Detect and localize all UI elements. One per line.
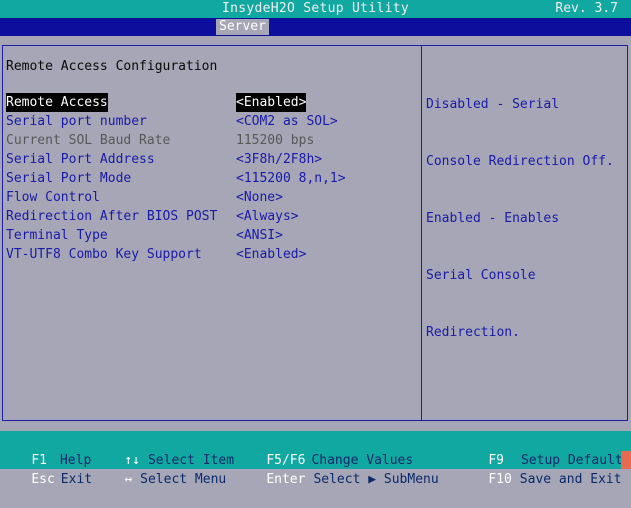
help-line: Serial Console	[426, 268, 536, 283]
app-title: InsydeH2O Setup Utility	[222, 1, 409, 16]
tab-server[interactable]: Server	[216, 19, 269, 35]
key-label: Enter	[266, 472, 306, 487]
setting-remote-access[interactable]: Remote Access <Enabled>	[0, 93, 420, 112]
help-line: Console Redirection Off.	[426, 154, 614, 169]
menu-bar: Server	[0, 18, 631, 36]
setting-serial-port-number[interactable]: Serial port number <COM2 as SOL>	[0, 112, 420, 131]
revision-label: Rev. 3.7	[555, 1, 618, 16]
panel-divider	[421, 45, 422, 421]
setting-value[interactable]: <COM2 as SOL>	[236, 112, 338, 131]
setting-label: Current SOL Baud Rate	[6, 133, 171, 148]
help-line: Redirection.	[426, 325, 520, 340]
corner-marker	[621, 451, 631, 469]
key-save-exit: F10 Save and Exit	[457, 451, 622, 508]
setting-current-sol-baud-rate: Current SOL Baud Rate 115200 bps	[0, 131, 420, 150]
setting-value[interactable]: <3F8h/2F8h>	[236, 150, 322, 169]
key-description: Select ▶ SubMenu	[313, 472, 439, 487]
key-label: Esc	[31, 472, 55, 487]
key-description: Exit	[60, 472, 93, 487]
key-legend-bar: F1 Help Esc Exit ↑↓ Select Item ↔ Select Men…	[0, 431, 631, 487]
help-line: Disabled - Serial	[426, 97, 560, 112]
setting-label: Redirection After BIOS POST	[6, 209, 218, 224]
setting-redirection-after-post[interactable]: Redirection After BIOS POST <Always>	[0, 207, 420, 226]
setting-value[interactable]: <Always>	[236, 207, 299, 226]
key-select-menu: ↔ Select Menu	[93, 451, 226, 508]
key-select-submenu: Enter Select ▶ SubMenu	[235, 451, 439, 508]
setting-value[interactable]: <115200 8,n,1>	[236, 169, 346, 188]
help-line: Enabled - Enables	[426, 211, 560, 226]
key-description: Select Menu	[140, 472, 227, 487]
setting-value[interactable]: <Enabled>	[236, 245, 306, 264]
setting-label: Flow Control	[6, 190, 100, 205]
section-title: Remote Access Configuration	[6, 59, 218, 74]
setting-label: Remote Access	[6, 93, 108, 112]
setting-label: Terminal Type	[6, 228, 108, 243]
setting-value[interactable]: <Enabled>	[236, 93, 307, 112]
key-label: ↔	[124, 472, 133, 487]
setting-value[interactable]: <ANSI>	[236, 226, 283, 245]
setting-label: Serial Port Address	[6, 152, 155, 167]
title-bar: InsydeH2O Setup Utility Rev. 3.7	[0, 0, 631, 18]
setting-serial-port-address[interactable]: Serial Port Address <3F8h/2F8h>	[0, 150, 420, 169]
setting-terminal-type[interactable]: Terminal Type <ANSI>	[0, 226, 420, 245]
setting-label: Serial Port Mode	[6, 171, 132, 186]
setting-label: Serial port number	[6, 114, 147, 129]
setting-vt-utf8-combo-key[interactable]: VT-UTF8 Combo Key Support <Enabled>	[0, 245, 420, 264]
setting-label: VT-UTF8 Combo Key Support	[6, 247, 202, 262]
key-label: F10	[488, 472, 512, 487]
key-description: Save and Exit	[519, 472, 622, 487]
key-exit: Esc Exit	[0, 451, 92, 508]
setting-flow-control[interactable]: Flow Control <None>	[0, 188, 420, 207]
setting-value[interactable]: <None>	[236, 188, 283, 207]
setting-serial-port-mode[interactable]: Serial Port Mode <115200 8,n,1>	[0, 169, 420, 188]
help-panel: Disabled - Serial Console Redirection Of…	[426, 57, 622, 361]
setting-value: 115200 bps	[236, 133, 315, 148]
